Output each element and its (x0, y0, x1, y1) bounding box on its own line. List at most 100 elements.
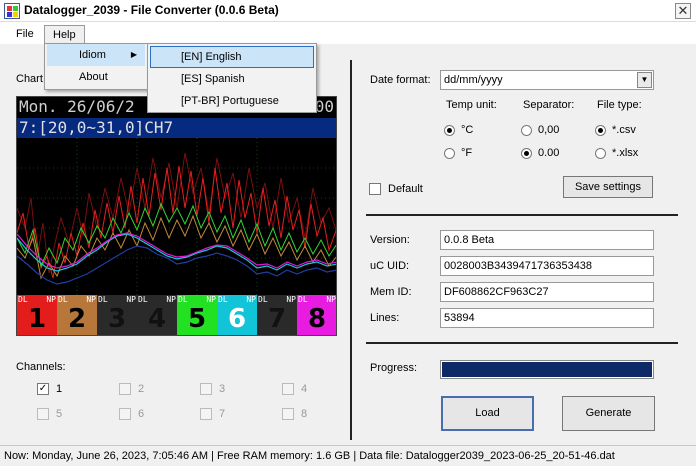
separator-comma-label: 0,00 (538, 124, 560, 136)
chevron-down-icon[interactable]: ▼ (637, 72, 652, 88)
file-type-xlsx-label: *.xlsx (612, 147, 639, 159)
channel-tile: DL NP 6 (217, 295, 257, 335)
temp-fahrenheit-radio[interactable] (444, 148, 455, 159)
channel-7-checkbox[interactable] (200, 408, 212, 420)
tile-tag: DL (258, 295, 268, 304)
default-checkbox[interactable] (369, 183, 381, 195)
load-button[interactable]: Load (441, 396, 534, 431)
channel-8-label: 8 (301, 408, 308, 420)
channel-tile: DL NP 2 (57, 295, 97, 335)
menu-item-english[interactable]: [EN] English (150, 46, 314, 68)
separator-dot-radio[interactable] (521, 148, 532, 159)
tile-tag: DL (298, 295, 308, 304)
channel-tile: DL NP 8 (297, 295, 336, 335)
date-format-label: Date format: (370, 74, 431, 86)
menu-item-idiom[interactable]: Idiom ▶ (47, 44, 145, 66)
save-settings-button[interactable]: Save settings (563, 176, 653, 198)
tile-number: 8 (307, 304, 327, 334)
channel-1-checkbox[interactable]: ✓ (37, 383, 49, 395)
tile-number: 4 (147, 304, 167, 334)
tile-number: 3 (107, 304, 127, 334)
temp-fahrenheit-label: °F (461, 147, 473, 159)
tile-number: 7 (267, 304, 287, 334)
tile-number: 5 (187, 304, 207, 334)
channel-6-checkbox[interactable] (119, 408, 131, 420)
uid-label: uC UID: (370, 260, 410, 272)
channel-3-checkbox[interactable] (200, 383, 212, 395)
menu-bar: File Help (0, 22, 696, 44)
tile-flag: NP (46, 295, 56, 304)
temp-celsius-label: °C (461, 124, 474, 136)
generate-button[interactable]: Generate (562, 396, 655, 431)
tile-number: 6 (227, 304, 247, 334)
mem-id-field[interactable]: DF608862CF963C27 (440, 282, 654, 302)
channel-2-label: 2 (138, 383, 145, 395)
submenu-arrow-icon: ▶ (130, 50, 137, 59)
menu-item-spanish[interactable]: [ES] Spanish (150, 68, 314, 90)
channel-tile: DL NP 3 (97, 295, 137, 335)
channel-8-checkbox[interactable] (282, 408, 294, 420)
menu-file[interactable]: File (8, 25, 42, 43)
settings-divider (366, 214, 678, 216)
idiom-submenu: [EN] English [ES] Spanish [PT-BR] Portug… (147, 43, 317, 113)
channel-6-label: 6 (138, 408, 145, 420)
tile-flag: NP (206, 295, 216, 304)
tile-tag: DL (18, 295, 28, 304)
status-bar: Now: Monday, June 26, 2023, 7:05:46 AM |… (0, 445, 696, 466)
menu-item-portuguese[interactable]: [PT-BR] Portuguese (150, 90, 314, 112)
info-divider (366, 342, 678, 344)
file-type-csv-label: *.csv (612, 124, 636, 136)
tile-flag: NP (86, 295, 96, 304)
date-format-select[interactable]: dd/mm/yyyy ▼ (440, 70, 654, 90)
tile-tag: DL (138, 295, 148, 304)
tile-number: 2 (67, 304, 87, 334)
channel-5-checkbox[interactable] (37, 408, 49, 420)
lines-field[interactable]: 53894 (440, 308, 654, 328)
tile-flag: NP (286, 295, 296, 304)
tile-flag: NP (246, 295, 256, 304)
separator-label: Separator: (523, 99, 575, 111)
date-format-value: dd/mm/yyyy (444, 74, 503, 86)
channel-4-checkbox[interactable] (282, 383, 294, 395)
tile-flag: NP (326, 295, 336, 304)
temp-unit-label: Temp unit: (446, 99, 497, 111)
channel-7-label: 7 (219, 408, 226, 420)
title-bar: Datalogger_2039 - File Converter (0.0.6 … (0, 0, 696, 22)
temp-celsius-radio[interactable] (444, 125, 455, 136)
channel-4-label: 4 (301, 383, 308, 395)
chart-label: Chart (16, 73, 43, 85)
file-type-xlsx-radio[interactable] (595, 148, 606, 159)
version-label: Version: (370, 234, 410, 246)
help-menu-dropdown: Idiom ▶ About (44, 43, 148, 90)
channel-5-label: 5 (56, 408, 63, 420)
menu-item-idiom-label: Idiom (79, 49, 106, 61)
menu-help[interactable]: Help (44, 25, 85, 43)
menu-item-about[interactable]: About (47, 66, 145, 88)
close-button[interactable]: ✕ (675, 3, 691, 19)
chart-date-text: Mon. 26/06/2 (19, 97, 135, 116)
chart-range-line: 7:[20,0~31,0]CH7 (17, 118, 336, 138)
mem-id-label: Mem ID: (370, 286, 412, 298)
file-type-csv-radio[interactable] (595, 125, 606, 136)
uid-field[interactable]: 0028003B3439471736353438 (440, 256, 654, 276)
chart-date-tail: 00 (314, 97, 334, 116)
progress-label: Progress: (370, 362, 418, 374)
channel-2-checkbox[interactable] (119, 383, 131, 395)
chart-grid (17, 138, 336, 295)
tile-tag: DL (178, 295, 188, 304)
version-field[interactable]: 0.0.8 Beta (440, 230, 654, 250)
separator-dot-label: 0.00 (538, 147, 560, 159)
tile-number: 1 (27, 304, 47, 334)
separator-comma-radio[interactable] (521, 125, 532, 136)
channel-tiles: DL NP 1 DL NP 2 DL NP 3 DL NP 4 DL NP 5 DL NP 6 DL NP… (17, 295, 336, 335)
file-type-label: File type: (597, 99, 642, 111)
tile-tag: DL (58, 295, 68, 304)
tile-tag: DL (218, 295, 228, 304)
chart-preview: Mon. 26/06/2 00 7:[20,0~31,0]CH7 DL NP 1 DL… (16, 96, 337, 336)
channel-1-label: 1 (56, 383, 63, 395)
channel-tile: DL NP 5 (177, 295, 217, 335)
channel-tile: DL NP 1 (17, 295, 57, 335)
tile-tag: DL (98, 295, 108, 304)
series-ch1-max-line (17, 152, 336, 274)
chart-plot (17, 138, 336, 295)
